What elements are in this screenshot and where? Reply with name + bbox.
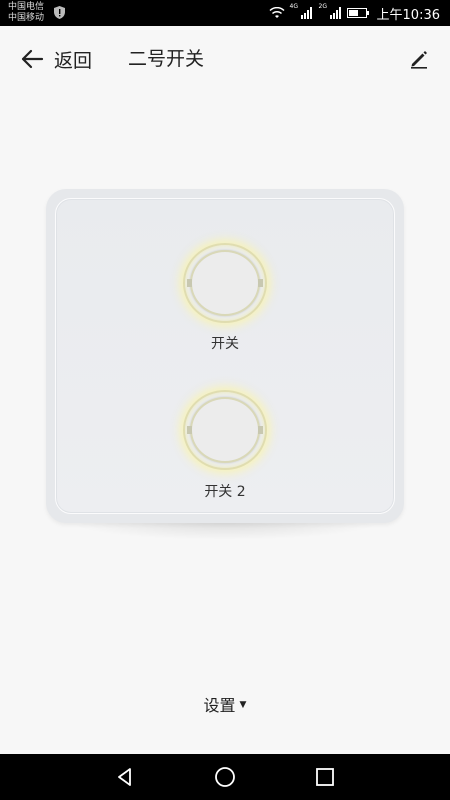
nav-back-button[interactable] xyxy=(110,762,140,792)
switch-1-button[interactable] xyxy=(183,243,267,323)
pencil-icon xyxy=(411,51,427,69)
shield-icon xyxy=(54,6,65,19)
network-type-2: 2G xyxy=(318,3,327,10)
arrow-left-icon xyxy=(21,49,44,69)
switch-1-notch-left xyxy=(187,279,192,287)
switch-2-inner-ring xyxy=(190,397,260,463)
switch-1-label: 开关 xyxy=(211,336,239,352)
switch-1-inner-ring xyxy=(190,250,260,316)
signal-icon-1: 4G xyxy=(290,3,312,19)
nav-recent-button[interactable] xyxy=(310,762,340,792)
switch-1-notch-right xyxy=(258,279,263,287)
status-bar: 中国电信 中国移动 4G 2G 上午10:36 xyxy=(0,0,450,26)
navigation-bar xyxy=(0,754,450,800)
header: 返回 二号开关 xyxy=(0,26,450,92)
edit-button[interactable] xyxy=(404,44,434,74)
status-icons: 4G 2G 上午10:36 xyxy=(269,3,440,23)
switch-2-label: 开关 2 xyxy=(204,484,246,500)
network-type-1: 4G xyxy=(289,3,298,10)
battery-icon xyxy=(346,8,369,18)
circle-home-icon xyxy=(215,767,235,787)
nav-home-button[interactable] xyxy=(210,762,240,792)
carrier-info: 中国电信 中国移动 xyxy=(8,2,44,24)
triangle-back-icon xyxy=(118,768,131,786)
switch-panel xyxy=(46,189,404,523)
switch-2-button[interactable] xyxy=(183,390,267,470)
back-button[interactable]: 返回 xyxy=(20,44,92,74)
page-title: 二号开关 xyxy=(128,48,205,70)
clock: 上午10:36 xyxy=(376,7,440,23)
square-recent-icon xyxy=(316,768,334,786)
carrier-2: 中国移动 xyxy=(8,13,45,23)
wifi-icon xyxy=(269,7,285,18)
settings-dropdown[interactable]: 设置 ▼ xyxy=(0,692,450,716)
carrier-1: 中国电信 xyxy=(8,2,45,12)
caret-down-icon: ▼ xyxy=(239,699,247,710)
signal-icon-2: 2G xyxy=(319,3,341,19)
settings-label: 设置 xyxy=(203,696,236,715)
back-label: 返回 xyxy=(54,49,93,72)
switch-2-notch-right xyxy=(258,426,263,434)
switch-2-notch-left xyxy=(187,426,192,434)
